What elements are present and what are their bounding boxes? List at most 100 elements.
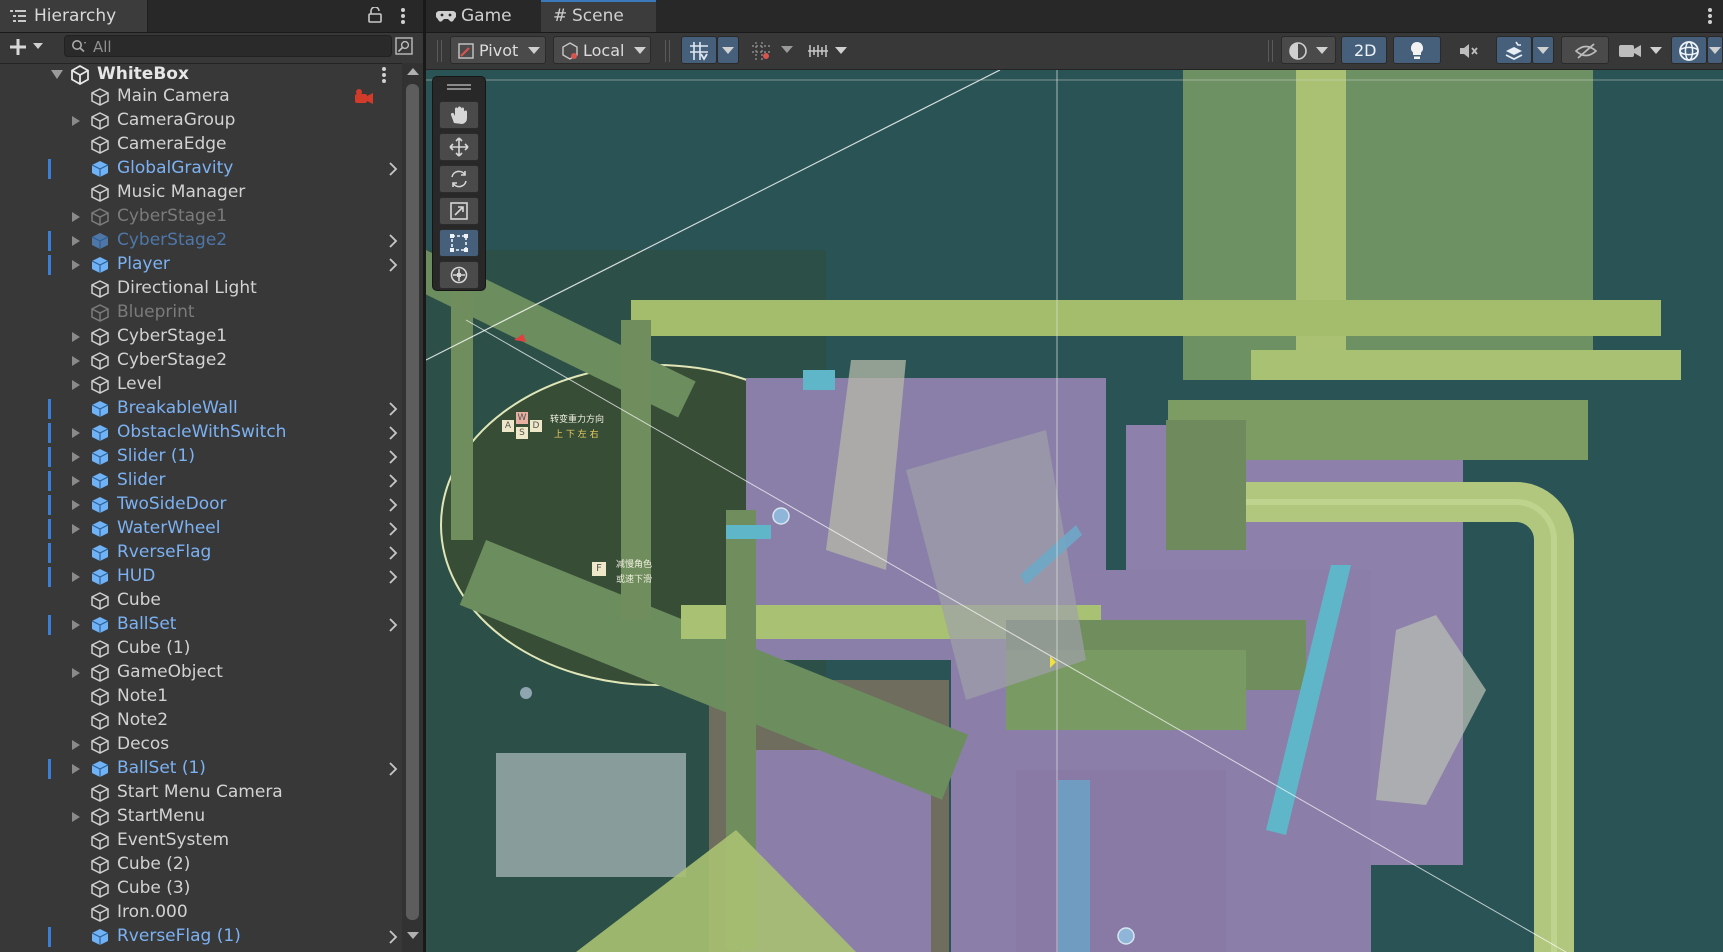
hierarchy-item[interactable]: GlobalGravity bbox=[0, 157, 402, 181]
hierarchy-item[interactable]: Slider (1) bbox=[0, 445, 402, 469]
hierarchy-item[interactable]: RverseFlag bbox=[0, 541, 402, 565]
foldout-collapsed-icon[interactable] bbox=[72, 332, 80, 342]
hierarchy-item[interactable]: Blueprint bbox=[0, 301, 402, 325]
snap-toggle[interactable] bbox=[743, 36, 779, 64]
scene-viewport[interactable]: A W S D 转变重力方向 上 下 左 右 F 减慢角色 或速下滑 bbox=[426, 70, 1723, 952]
scale-tool[interactable] bbox=[439, 197, 479, 225]
foldout-collapsed-icon[interactable] bbox=[72, 452, 80, 462]
foldout-collapsed-icon[interactable] bbox=[72, 740, 80, 750]
foldout-collapsed-icon[interactable] bbox=[72, 260, 80, 270]
hierarchy-item[interactable]: Directional Light bbox=[0, 277, 402, 301]
foldout-collapsed-icon[interactable] bbox=[72, 524, 80, 534]
draw-mode-dropdown[interactable] bbox=[1281, 36, 1336, 64]
hierarchy-item[interactable]: WaterWheel bbox=[0, 517, 402, 541]
foldout-collapsed-icon[interactable] bbox=[72, 620, 80, 630]
effects-toggle[interactable] bbox=[1496, 36, 1532, 64]
foldout-collapsed-icon[interactable] bbox=[72, 236, 80, 246]
grid-snap-dropdown[interactable] bbox=[717, 36, 739, 64]
hierarchy-item[interactable]: Cube (3) bbox=[0, 877, 402, 901]
effects-dropdown[interactable] bbox=[1532, 36, 1554, 64]
overlay-drag-handle[interactable] bbox=[447, 84, 471, 90]
chevron-right-icon[interactable] bbox=[385, 521, 401, 537]
transform-tool[interactable] bbox=[439, 261, 479, 289]
hierarchy-item[interactable]: Iron.000 bbox=[0, 901, 402, 925]
hierarchy-scroll-thumb[interactable] bbox=[406, 84, 419, 920]
hierarchy-item[interactable]: ObstacleWithSwitch bbox=[0, 421, 402, 445]
2d-toggle[interactable]: 2D bbox=[1341, 36, 1387, 64]
hierarchy-item[interactable]: Player bbox=[0, 253, 402, 277]
chevron-right-icon[interactable] bbox=[385, 401, 401, 417]
chevron-right-icon[interactable] bbox=[385, 545, 401, 561]
scroll-down-icon[interactable] bbox=[407, 932, 419, 939]
chevron-right-icon[interactable] bbox=[385, 929, 401, 945]
foldout-collapsed-icon[interactable] bbox=[72, 212, 80, 222]
foldout-collapsed-icon[interactable] bbox=[72, 764, 80, 774]
tab-hierarchy[interactable]: Hierarchy bbox=[0, 0, 148, 32]
hierarchy-item[interactable]: GameObject bbox=[0, 661, 402, 685]
tab-game[interactable]: Game bbox=[426, 0, 541, 32]
gizmos-dropdown[interactable] bbox=[1707, 36, 1723, 64]
hierarchy-item[interactable]: Note1 bbox=[0, 685, 402, 709]
increment-snap-dropdown[interactable] bbox=[801, 36, 855, 64]
hierarchy-item[interactable]: BreakableWall bbox=[0, 397, 402, 421]
rect-tool[interactable] bbox=[439, 229, 479, 257]
hierarchy-item[interactable]: Decos bbox=[0, 733, 402, 757]
snap-dropdown-icon[interactable] bbox=[781, 46, 793, 53]
hierarchy-item[interactable]: BallSet (1) bbox=[0, 757, 402, 781]
foldout-collapsed-icon[interactable] bbox=[72, 428, 80, 438]
hierarchy-item[interactable]: HUD bbox=[0, 565, 402, 589]
scene-visibility-toggle[interactable] bbox=[1561, 36, 1609, 64]
foldout-collapsed-icon[interactable] bbox=[72, 116, 80, 126]
chevron-right-icon[interactable] bbox=[385, 233, 401, 249]
foldout-collapsed-icon[interactable] bbox=[72, 380, 80, 390]
hierarchy-item[interactable]: Start Menu Camera bbox=[0, 781, 402, 805]
hierarchy-item[interactable]: CyberStage1 bbox=[0, 205, 402, 229]
add-icon[interactable] bbox=[9, 38, 27, 56]
hierarchy-item[interactable]: Cube (1) bbox=[0, 637, 402, 661]
more-vert-icon[interactable] bbox=[399, 7, 407, 25]
hand-tool[interactable] bbox=[439, 101, 479, 129]
audio-toggle[interactable] bbox=[1447, 36, 1489, 64]
lock-icon[interactable] bbox=[368, 7, 382, 23]
hierarchy-item[interactable]: RverseFlag (1) bbox=[0, 925, 402, 949]
hierarchy-item[interactable]: CyberStage1 bbox=[0, 325, 402, 349]
rotate-tool[interactable] bbox=[439, 165, 479, 193]
foldout-collapsed-icon[interactable] bbox=[72, 476, 80, 486]
hierarchy-item[interactable]: Cube (2) bbox=[0, 853, 402, 877]
hierarchy-item[interactable]: TwoSideDoor bbox=[0, 493, 402, 517]
camera-settings-dropdown[interactable] bbox=[1615, 36, 1669, 64]
hierarchy-item[interactable]: Note2 bbox=[0, 709, 402, 733]
hierarchy-item[interactable]: CyberStage2 bbox=[0, 349, 402, 373]
hierarchy-item[interactable]: Cube bbox=[0, 589, 402, 613]
chevron-right-icon[interactable] bbox=[385, 425, 401, 441]
chevron-right-icon[interactable] bbox=[385, 569, 401, 585]
chevron-right-icon[interactable] bbox=[385, 473, 401, 489]
foldout-collapsed-icon[interactable] bbox=[72, 356, 80, 366]
hierarchy-item[interactable]: CameraGroup bbox=[0, 109, 402, 133]
lighting-toggle[interactable] bbox=[1393, 36, 1441, 64]
local-dropdown[interactable]: Local bbox=[553, 36, 651, 64]
hierarchy-item[interactable]: Music Manager bbox=[0, 181, 402, 205]
chevron-right-icon[interactable] bbox=[385, 449, 401, 465]
hierarchy-item[interactable]: Main Camera bbox=[0, 85, 402, 109]
move-tool[interactable] bbox=[439, 133, 479, 161]
foldout-collapsed-icon[interactable] bbox=[72, 812, 80, 822]
pivot-dropdown[interactable]: Pivot bbox=[450, 36, 546, 64]
chevron-right-icon[interactable] bbox=[385, 617, 401, 633]
foldout-collapsed-icon[interactable] bbox=[72, 668, 80, 678]
hierarchy-item[interactable]: CyberStage2 bbox=[0, 229, 402, 253]
chevron-right-icon[interactable] bbox=[385, 497, 401, 513]
scene-more-icon[interactable] bbox=[1706, 7, 1714, 25]
hierarchy-item[interactable]: Slider bbox=[0, 469, 402, 493]
chevron-right-icon[interactable] bbox=[385, 257, 401, 273]
hierarchy-item[interactable]: Level bbox=[0, 373, 402, 397]
chevron-right-icon[interactable] bbox=[385, 161, 401, 177]
chevron-right-icon[interactable] bbox=[385, 761, 401, 777]
grid-snap-toggle[interactable] bbox=[681, 36, 717, 64]
hierarchy-item[interactable]: BallSet bbox=[0, 613, 402, 637]
hierarchy-search-field[interactable] bbox=[64, 35, 392, 57]
add-dropdown-icon[interactable] bbox=[33, 43, 43, 49]
hierarchy-item[interactable]: EventSystem bbox=[0, 829, 402, 853]
foldout-collapsed-icon[interactable] bbox=[72, 500, 80, 510]
foldout-collapsed-icon[interactable] bbox=[72, 572, 80, 582]
